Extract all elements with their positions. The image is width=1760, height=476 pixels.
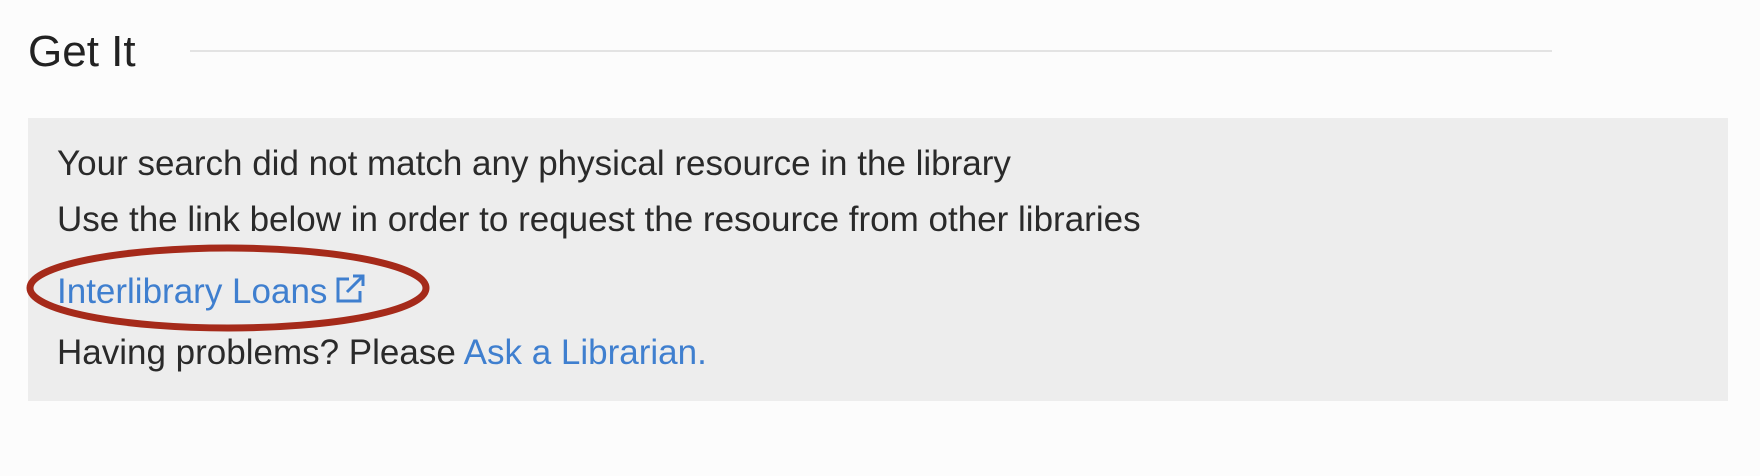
help-text: Having problems? Please Ask a Librarian. [57, 331, 707, 375]
section-divider [190, 50, 1552, 52]
get-it-panel: Your search did not match any physical r… [28, 118, 1728, 401]
ask-a-librarian-link[interactable]: Ask a Librarian. [464, 333, 707, 372]
section-title: Get It [28, 27, 136, 76]
external-link-icon [336, 274, 367, 303]
interlibrary-loans-label: Interlibrary Loans [57, 272, 328, 311]
help-prefix: Having problems? Please [57, 333, 456, 372]
request-instructions: Use the link below in order to request t… [57, 200, 1141, 239]
no-match-message: Your search did not match any physical r… [57, 144, 1011, 183]
page: Get It Your search did not match any phy… [0, 0, 1760, 476]
interlibrary-loans-link[interactable]: Interlibrary Loans [57, 270, 367, 314]
get-it-header: Get It [28, 22, 1728, 82]
